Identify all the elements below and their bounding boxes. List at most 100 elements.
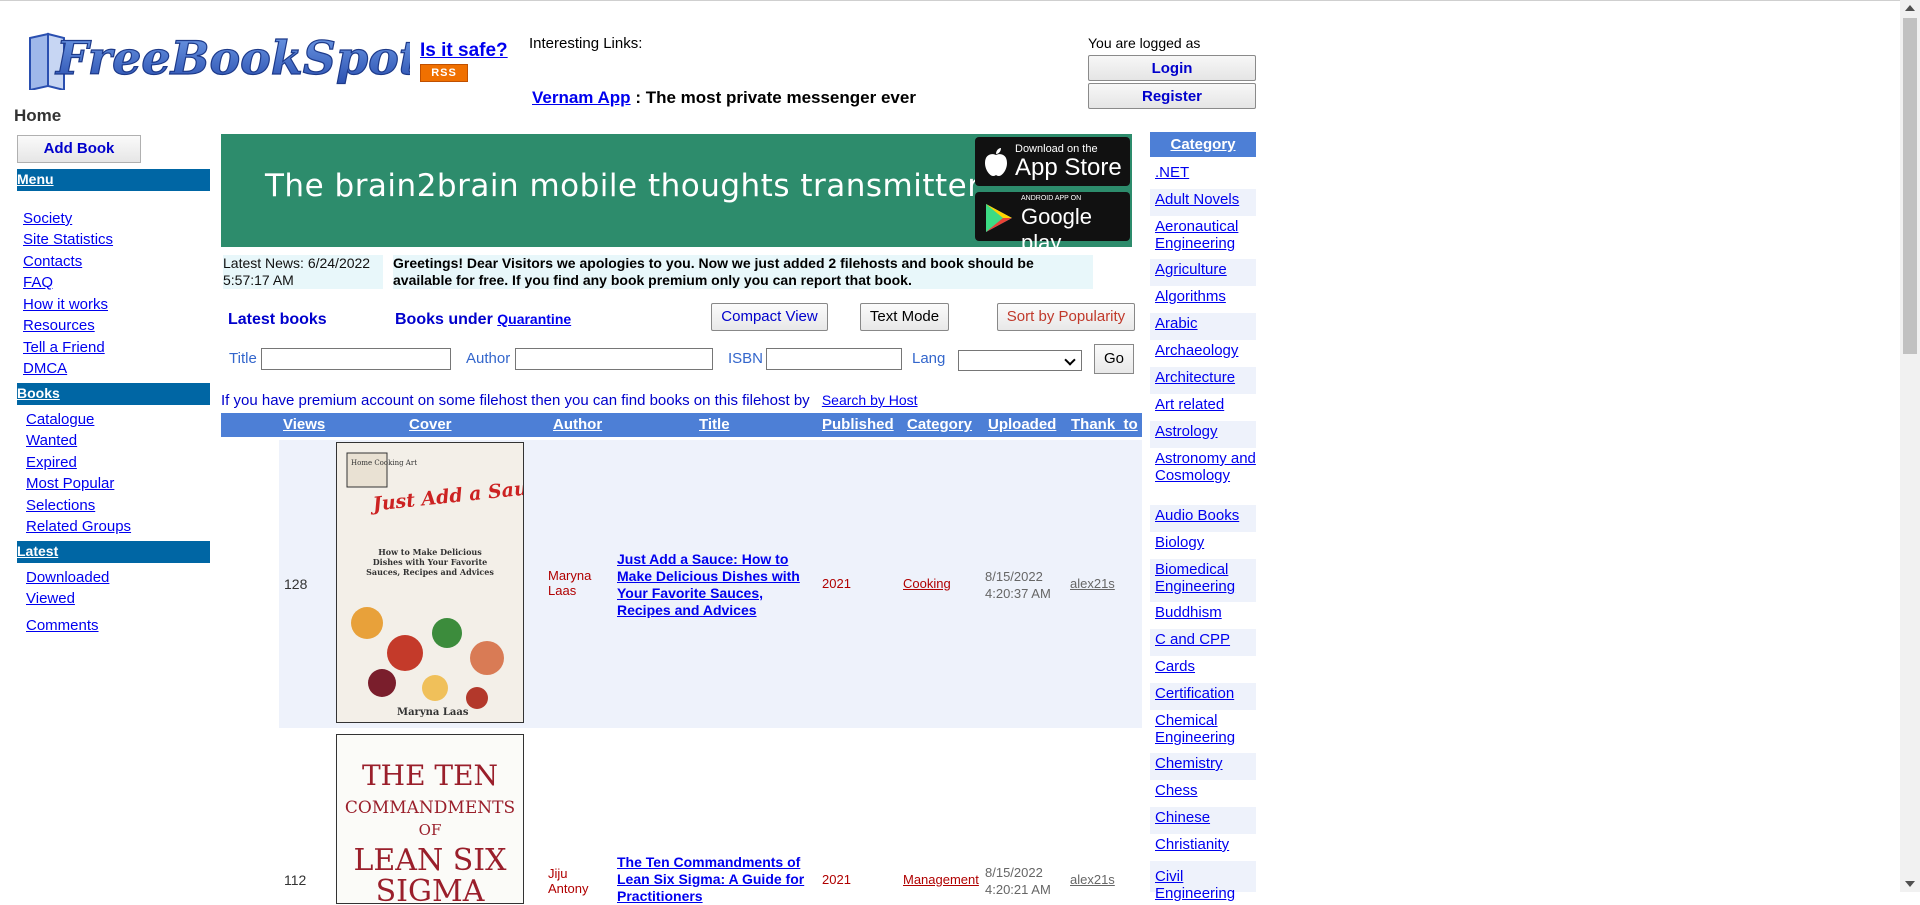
category-item[interactable]: Audio Books [1150, 505, 1256, 532]
category-item[interactable]: Civil Engineering [1150, 861, 1256, 902]
menu-item-faq[interactable]: FAQ [23, 274, 53, 291]
category-link-net[interactable]: .NET [1155, 164, 1189, 181]
col-thank-to[interactable]: Thank_to [1071, 416, 1138, 433]
col-cover[interactable]: Cover [409, 416, 452, 433]
title-search-input[interactable] [261, 348, 451, 370]
category-link-c-and-cpp[interactable]: C and CPP [1155, 631, 1230, 648]
book-cover[interactable]: Home Cooking Art Just Add a Sauce How to… [336, 442, 524, 723]
category-link-certification[interactable]: Certification [1155, 685, 1234, 702]
is-it-safe-link[interactable]: Is it safe? [420, 40, 508, 62]
category-link-civil-engineering[interactable]: Civil Engineering [1155, 868, 1235, 902]
menu-item-tell-a-friend[interactable]: Tell a Friend [23, 339, 105, 356]
category-item[interactable]: Chemistry [1150, 753, 1256, 780]
category-item[interactable]: .NET [1150, 162, 1256, 189]
category-link-adult-novels[interactable]: Adult Novels [1155, 191, 1239, 208]
isbn-search-input[interactable] [766, 348, 902, 370]
category-item[interactable]: Biology [1150, 532, 1256, 559]
category-link-chemical-engineering[interactable]: Chemical Engineering [1155, 712, 1235, 746]
books-section-header[interactable]: Books [17, 383, 210, 405]
category-link-agriculture[interactable]: Agriculture [1155, 261, 1227, 278]
category-item[interactable]: Cards [1150, 656, 1256, 683]
col-title[interactable]: Title [699, 416, 730, 433]
add-book-button[interactable]: Add Book [17, 135, 141, 163]
category-header[interactable]: Category [1150, 132, 1256, 157]
category-link-algorithms[interactable]: Algorithms [1155, 288, 1226, 305]
page-scrollbar[interactable] [1900, 0, 1920, 892]
google-play-badge[interactable]: ANDROID APP ON Google play [975, 192, 1130, 255]
category-item[interactable]: Arabic [1150, 313, 1256, 340]
rss-icon[interactable]: RSS [420, 64, 468, 82]
category-item[interactable]: Archaeology [1150, 340, 1256, 367]
register-button[interactable]: Register [1088, 83, 1256, 109]
category-item[interactable]: Adult Novels [1150, 189, 1256, 216]
category-link-aeronautical-engineering[interactable]: Aeronautical Engineering [1155, 218, 1238, 252]
latest-head-link[interactable]: Latest [17, 543, 58, 559]
menu-item-dmca[interactable]: DMCA [23, 360, 67, 377]
category-link-biology[interactable]: Biology [1155, 534, 1204, 551]
category-link-astronomy-and-cosmology[interactable]: Astronomy and Cosmology [1155, 450, 1256, 484]
books-item-related-groups[interactable]: Related Groups [26, 518, 131, 535]
col-uploaded[interactable]: Uploaded [988, 416, 1056, 433]
row-thank-to[interactable]: alex21s [1070, 872, 1115, 887]
category-item[interactable]: Agriculture [1150, 259, 1256, 286]
scroll-thumb[interactable] [1903, 18, 1917, 354]
category-item[interactable]: Algorithms [1150, 286, 1256, 313]
books-item-expired[interactable]: Expired [26, 454, 77, 471]
menu-item-site-statistics[interactable]: Site Statistics [23, 231, 113, 248]
category-link-chess[interactable]: Chess [1155, 782, 1198, 799]
books-item-wanted[interactable]: Wanted [26, 432, 77, 449]
category-link-biomedical-engineering[interactable]: Biomedical Engineering [1155, 561, 1235, 595]
compact-view-button[interactable]: Compact View [711, 303, 828, 331]
category-item[interactable]: Chinese [1150, 807, 1256, 834]
row-category-link[interactable]: Cooking [903, 576, 951, 591]
books-item-most-popular[interactable]: Most Popular [26, 475, 114, 492]
category-item[interactable]: Biomedical Engineering [1150, 559, 1256, 602]
category-link-archaeology[interactable]: Archaeology [1155, 342, 1238, 359]
latest-item-viewed[interactable]: Viewed [26, 590, 75, 607]
app-store-badge[interactable]: Download on the App Store [975, 137, 1130, 186]
category-link-buddhism[interactable]: Buddhism [1155, 604, 1222, 621]
author-search-input[interactable] [515, 348, 713, 370]
category-item[interactable]: C and CPP [1150, 629, 1256, 656]
login-button[interactable]: Login [1088, 55, 1256, 81]
category-link-astrology[interactable]: Astrology [1155, 423, 1218, 440]
search-by-host-link[interactable]: Search by Host [822, 392, 918, 408]
category-item[interactable]: Art related [1150, 394, 1256, 421]
scroll-up-arrow-icon[interactable] [1905, 5, 1915, 11]
col-category[interactable]: Category [907, 416, 972, 433]
lang-select[interactable] [958, 350, 1082, 371]
comments-link[interactable]: Comments [26, 617, 99, 634]
text-mode-button[interactable]: Text Mode [860, 303, 949, 331]
menu-head-link[interactable]: Menu [17, 171, 54, 187]
category-link-chemistry[interactable]: Chemistry [1155, 755, 1223, 772]
col-author[interactable]: Author [553, 416, 602, 433]
latest-section-header[interactable]: Latest [17, 541, 210, 563]
category-link-architecture[interactable]: Architecture [1155, 369, 1235, 386]
row-category-link[interactable]: Management [903, 872, 979, 887]
books-head-link[interactable]: Books [17, 385, 60, 401]
menu-item-how-it-works[interactable]: How it works [23, 296, 108, 313]
category-link-arabic[interactable]: Arabic [1155, 315, 1198, 332]
book-cover[interactable]: THE TEN COMMANDMENTS OF LEAN SIX SIGMA [336, 734, 524, 904]
site-logo[interactable]: FreeBookSpot [26, 24, 410, 90]
category-item[interactable]: Buddhism [1150, 602, 1256, 629]
category-item[interactable]: Astrology [1150, 421, 1256, 448]
category-item[interactable]: Chess [1150, 780, 1256, 807]
category-item[interactable]: Certification [1150, 683, 1256, 710]
sort-by-popularity-button[interactable]: Sort by Popularity [997, 303, 1135, 331]
category-item[interactable]: Aeronautical Engineering [1150, 216, 1256, 259]
category-link-audio-books[interactable]: Audio Books [1155, 507, 1239, 524]
ad-banner[interactable]: The brain2brain mobile thoughts transmit… [221, 134, 1132, 255]
vernam-app-link[interactable]: Vernam App [532, 88, 631, 107]
category-item[interactable]: Astronomy and Cosmology [1150, 448, 1256, 505]
menu-item-contacts[interactable]: Contacts [23, 253, 82, 270]
row-title-link[interactable]: The Ten Commandments of Lean Six Sigma: … [617, 854, 817, 905]
col-published[interactable]: Published [822, 416, 894, 433]
latest-item-downloaded[interactable]: Downloaded [26, 569, 109, 586]
row-thank-to[interactable]: alex21s [1070, 576, 1115, 591]
category-link-cards[interactable]: Cards [1155, 658, 1195, 675]
menu-item-resources[interactable]: Resources [23, 317, 95, 334]
category-item[interactable]: Chemical Engineering [1150, 710, 1256, 753]
books-item-selections[interactable]: Selections [26, 497, 95, 514]
col-views[interactable]: Views [283, 416, 325, 433]
